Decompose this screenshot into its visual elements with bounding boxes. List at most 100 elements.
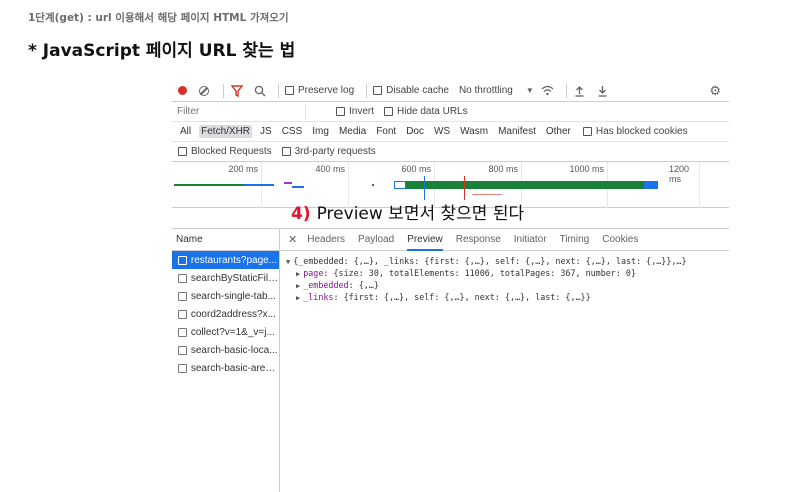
type-filter-js[interactable]: JS bbox=[258, 125, 274, 138]
json-preview: ▼ {_embedded: {,…}, _links: {first: {,…},… bbox=[280, 251, 729, 303]
collapsed-triangle-icon[interactable]: ▶ bbox=[296, 294, 300, 302]
json-root-line[interactable]: ▼ {_embedded: {,…}, _links: {first: {,…},… bbox=[286, 255, 729, 267]
gear-icon[interactable]: ⚙ bbox=[709, 83, 721, 99]
chevron-down-icon[interactable]: ▼ bbox=[523, 84, 537, 98]
request-row[interactable]: search-single-tab... bbox=[172, 287, 279, 305]
preserve-log-label: Preserve log bbox=[298, 85, 355, 96]
blocked-requests-checkbox[interactable] bbox=[178, 147, 187, 156]
request-name: restaurants?page... bbox=[190, 254, 278, 266]
request-row[interactable]: searchByStaticFilter bbox=[172, 269, 279, 287]
step-label: 1단계(get) : url 이용해서 해당 페이지 HTML 가져오기 bbox=[28, 12, 289, 24]
network-request-area: Name restaurants?page... searchByStaticF… bbox=[172, 228, 729, 492]
request-checkbox bbox=[178, 345, 187, 355]
throttling-select[interactable]: No throttling bbox=[459, 85, 513, 96]
upload-icon[interactable] bbox=[573, 84, 587, 98]
timeline-bar bbox=[394, 181, 644, 189]
timeline-bar bbox=[472, 194, 502, 195]
collapsed-triangle-icon[interactable]: ▶ bbox=[296, 282, 300, 290]
json-links-line[interactable]: ▶ _links: {first: {,…}, self: {,…}, next:… bbox=[286, 291, 729, 303]
type-filter-ws[interactable]: WS bbox=[432, 125, 452, 138]
timeline-tick: 200 ms bbox=[228, 164, 258, 174]
tab-headers[interactable]: Headers bbox=[307, 229, 345, 251]
network-conditions-icon[interactable] bbox=[541, 84, 555, 98]
disable-cache-label: Disable cache bbox=[386, 85, 449, 96]
type-filter-fetch-xhr[interactable]: Fetch/XHR bbox=[199, 125, 253, 138]
json-colon: : bbox=[333, 292, 344, 302]
has-blocked-cookies-checkbox[interactable] bbox=[582, 127, 592, 136]
type-filter-css[interactable]: CSS bbox=[280, 125, 305, 138]
blocked-requests-label: Blocked Requests bbox=[191, 146, 272, 157]
filter-input[interactable] bbox=[172, 103, 306, 120]
search-icon[interactable] bbox=[253, 84, 267, 98]
invert-option[interactable]: Invert bbox=[336, 106, 384, 117]
third-party-checkbox[interactable] bbox=[281, 147, 291, 156]
tab-preview[interactable]: Preview bbox=[407, 229, 443, 251]
timeline-marker bbox=[464, 176, 465, 200]
timeline-tick: 1200 ms bbox=[669, 164, 690, 184]
section-title: * JavaScript 페이지 URL 찾는 법 bbox=[28, 41, 296, 61]
third-party-label: 3rd-party requests bbox=[294, 146, 376, 157]
request-checkbox bbox=[178, 363, 187, 373]
timeline-bar bbox=[174, 184, 244, 186]
devtools-network-panel: Preserve log Disable cache No throttling… bbox=[172, 80, 729, 492]
json-key: _links bbox=[303, 292, 334, 302]
tab-response[interactable]: Response bbox=[456, 229, 501, 251]
clear-icon[interactable] bbox=[199, 85, 209, 96]
type-filter-img[interactable]: Img bbox=[310, 125, 331, 138]
tab-initiator[interactable]: Initiator bbox=[514, 229, 547, 251]
expanded-triangle-icon[interactable]: ▼ bbox=[286, 258, 290, 266]
type-filter-doc[interactable]: Doc bbox=[404, 125, 426, 138]
json-embedded-line[interactable]: ▶ _embedded: {,…} bbox=[286, 279, 729, 291]
timeline-bar bbox=[284, 182, 292, 184]
record-icon[interactable] bbox=[178, 86, 187, 95]
type-filter-font[interactable]: Font bbox=[374, 125, 398, 138]
tab-timing[interactable]: Timing bbox=[560, 229, 590, 251]
type-filter-manifest[interactable]: Manifest bbox=[496, 125, 538, 138]
request-detail-pane: ✕ Headers Payload Preview Response Initi… bbox=[280, 229, 729, 492]
detail-tabs: ✕ Headers Payload Preview Response Initi… bbox=[280, 229, 729, 251]
request-checkbox bbox=[178, 309, 187, 319]
timeline-tick: 1000 ms bbox=[569, 164, 604, 174]
toolbar-divider bbox=[278, 83, 279, 98]
request-row[interactable]: search-basic-loca... bbox=[172, 341, 279, 359]
collapsed-triangle-icon[interactable]: ▶ bbox=[296, 270, 300, 278]
request-checkbox bbox=[178, 327, 187, 337]
hide-data-urls-checkbox[interactable] bbox=[384, 107, 394, 116]
tab-cookies[interactable]: Cookies bbox=[602, 229, 638, 251]
toolbar-divider bbox=[223, 83, 224, 98]
type-filter-media[interactable]: Media bbox=[337, 125, 368, 138]
toolbar-divider bbox=[565, 83, 567, 98]
annotation-number: 4) bbox=[291, 204, 311, 224]
timeline-bar bbox=[644, 181, 658, 189]
request-row[interactable]: coord2address?x... bbox=[172, 305, 279, 323]
hide-data-urls-option[interactable]: Hide data URLs bbox=[384, 106, 478, 117]
timeline-bar bbox=[394, 181, 406, 189]
type-filter-all[interactable]: All bbox=[178, 125, 193, 138]
name-column-header[interactable]: Name bbox=[172, 229, 279, 251]
download-icon[interactable] bbox=[596, 84, 610, 98]
invert-checkbox[interactable] bbox=[336, 107, 345, 116]
type-filter-other[interactable]: Other bbox=[544, 125, 573, 138]
timeline-gridline bbox=[699, 162, 700, 208]
json-colon: : bbox=[323, 268, 334, 278]
hide-data-urls-label: Hide data URLs bbox=[397, 106, 468, 117]
request-row[interactable]: collect?v=1&_v=j... bbox=[172, 323, 279, 341]
preserve-log-checkbox[interactable] bbox=[285, 86, 294, 95]
json-page-line[interactable]: ▶ page: {size: 30, totalElements: 11006, … bbox=[286, 267, 729, 279]
request-checkbox bbox=[178, 273, 187, 283]
timeline-tick: 600 ms bbox=[401, 164, 431, 174]
json-root-summary: {_embedded: {,…}, _links: {first: {,…}, … bbox=[293, 256, 687, 266]
request-row[interactable]: restaurants?page... bbox=[172, 251, 279, 269]
request-row[interactable]: search-basic-area... bbox=[172, 359, 279, 377]
tab-payload[interactable]: Payload bbox=[358, 229, 394, 251]
close-icon[interactable]: ✕ bbox=[288, 233, 297, 246]
toolbar-divider bbox=[366, 83, 368, 98]
filter-icon[interactable] bbox=[230, 84, 244, 98]
annotation: 4) Preview 보면서 찾으면 된다 bbox=[291, 199, 524, 224]
type-filter-wasm[interactable]: Wasm bbox=[458, 125, 490, 138]
disable-cache-checkbox[interactable] bbox=[373, 86, 383, 95]
request-name: searchByStaticFilter bbox=[190, 272, 279, 284]
blocked-requests-row: Blocked Requests 3rd-party requests bbox=[172, 142, 729, 162]
request-name: search-single-tab... bbox=[190, 290, 276, 302]
timeline-bar bbox=[372, 184, 374, 186]
